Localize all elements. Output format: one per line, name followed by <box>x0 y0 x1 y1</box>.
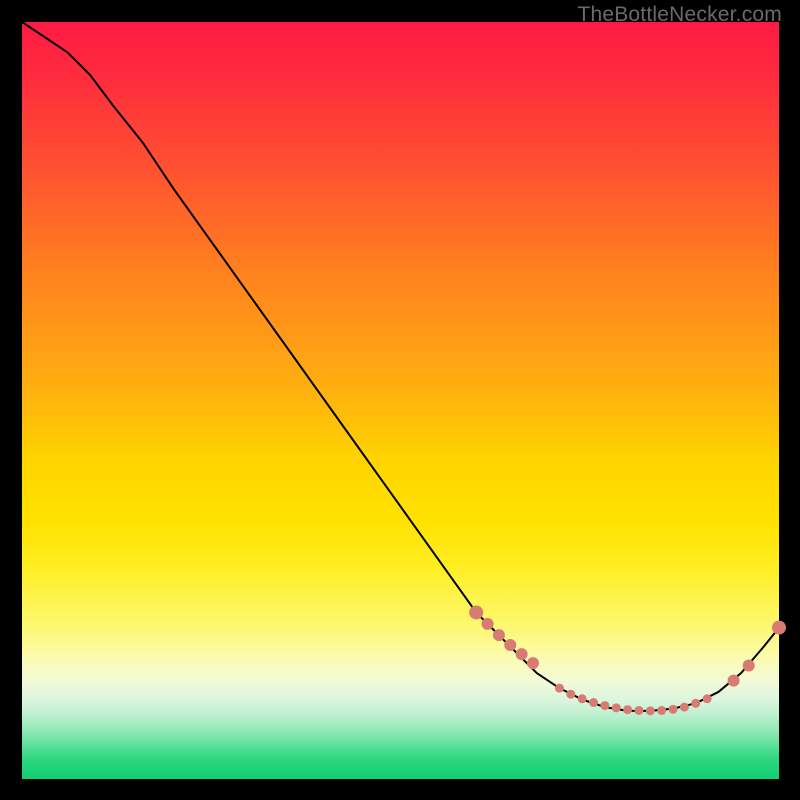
marker-point <box>527 657 539 669</box>
chart-overlay-svg <box>22 22 779 779</box>
marker-point <box>578 694 587 703</box>
marker-point <box>691 699 700 708</box>
marker-point <box>623 705 632 714</box>
marker-points-group <box>469 605 786 715</box>
marker-point <box>772 621 786 635</box>
marker-point <box>493 629 505 641</box>
chart-stage: TheBottleNecker.com <box>0 0 800 800</box>
marker-point <box>482 618 494 630</box>
marker-point <box>516 648 528 660</box>
marker-point <box>555 684 564 693</box>
marker-point <box>504 639 516 651</box>
marker-point <box>600 701 609 710</box>
marker-point <box>469 605 483 619</box>
marker-point <box>589 698 598 707</box>
marker-point <box>566 690 575 699</box>
marker-point <box>646 706 655 715</box>
marker-point <box>703 694 712 703</box>
marker-point <box>743 659 755 671</box>
marker-point <box>634 706 643 715</box>
marker-point <box>657 706 666 715</box>
marker-point <box>612 703 621 712</box>
marker-point <box>669 705 678 714</box>
bottleneck-curve <box>22 22 779 711</box>
marker-point <box>680 703 689 712</box>
marker-point <box>728 675 740 687</box>
